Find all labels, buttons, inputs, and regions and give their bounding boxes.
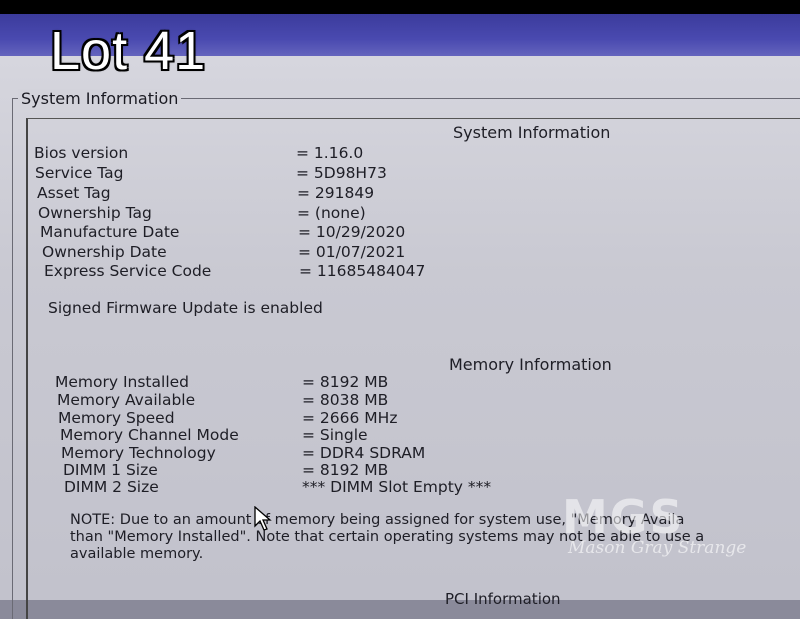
memory-channel-mode-value: = Single: [302, 426, 368, 444]
group-title: System Information: [18, 89, 182, 108]
dimm-1-size-value: = 8192 MB: [302, 461, 389, 479]
system-information-heading: System Information: [453, 123, 611, 142]
memory-speed-label: Memory Speed: [58, 409, 175, 427]
lot-label: Lot 41: [50, 21, 207, 81]
manufacture-date-value: = 10/29/2020: [298, 223, 406, 241]
bios-version-label: Bios version: [34, 144, 129, 162]
dimm-2-size-value: *** DIMM Slot Empty ***: [302, 478, 492, 496]
firmware-status: Signed Firmware Update is enabled: [48, 299, 323, 317]
dimm-2-size-label: DIMM 2 Size: [64, 478, 159, 496]
memory-information-heading: Memory Information: [449, 355, 612, 374]
memory-installed-value: = 8192 MB: [302, 373, 389, 391]
ownership-tag-label: Ownership Tag: [38, 204, 152, 222]
asset-tag-value: = 291849: [297, 184, 375, 202]
watermark: MGS Mason Gray Strange: [562, 494, 762, 564]
mouse-pointer-icon: [254, 505, 274, 536]
bios-version-value: = 1.16.0: [296, 144, 364, 162]
ownership-date-label: Ownership Date: [42, 243, 167, 261]
asset-tag-label: Asset Tag: [37, 184, 111, 202]
memory-technology-label: Memory Technology: [61, 444, 216, 462]
memory-channel-mode-label: Memory Channel Mode: [60, 426, 239, 444]
service-tag-value: = 5D98H73: [296, 164, 387, 182]
ownership-date-value: = 01/07/2021: [298, 243, 406, 261]
memory-available-value: = 8038 MB: [302, 391, 389, 409]
express-service-code-label: Express Service Code: [44, 262, 212, 280]
watermark-text: Mason Gray Strange: [568, 538, 747, 558]
service-tag-label: Service Tag: [35, 164, 124, 182]
ownership-tag-value: = (none): [297, 204, 366, 222]
dimm-1-size-label: DIMM 1 Size: [63, 461, 158, 479]
memory-speed-value: = 2666 MHz: [302, 409, 398, 427]
express-service-code-value: = 11685484047: [299, 262, 426, 280]
memory-installed-label: Memory Installed: [55, 373, 189, 391]
watermark-logo: MGS: [562, 490, 685, 544]
manufacture-date-label: Manufacture Date: [40, 223, 180, 241]
memory-available-label: Memory Available: [57, 391, 196, 409]
pci-information-heading: PCI Information: [445, 590, 561, 608]
memory-technology-value: = DDR4 SDRAM: [302, 444, 426, 462]
